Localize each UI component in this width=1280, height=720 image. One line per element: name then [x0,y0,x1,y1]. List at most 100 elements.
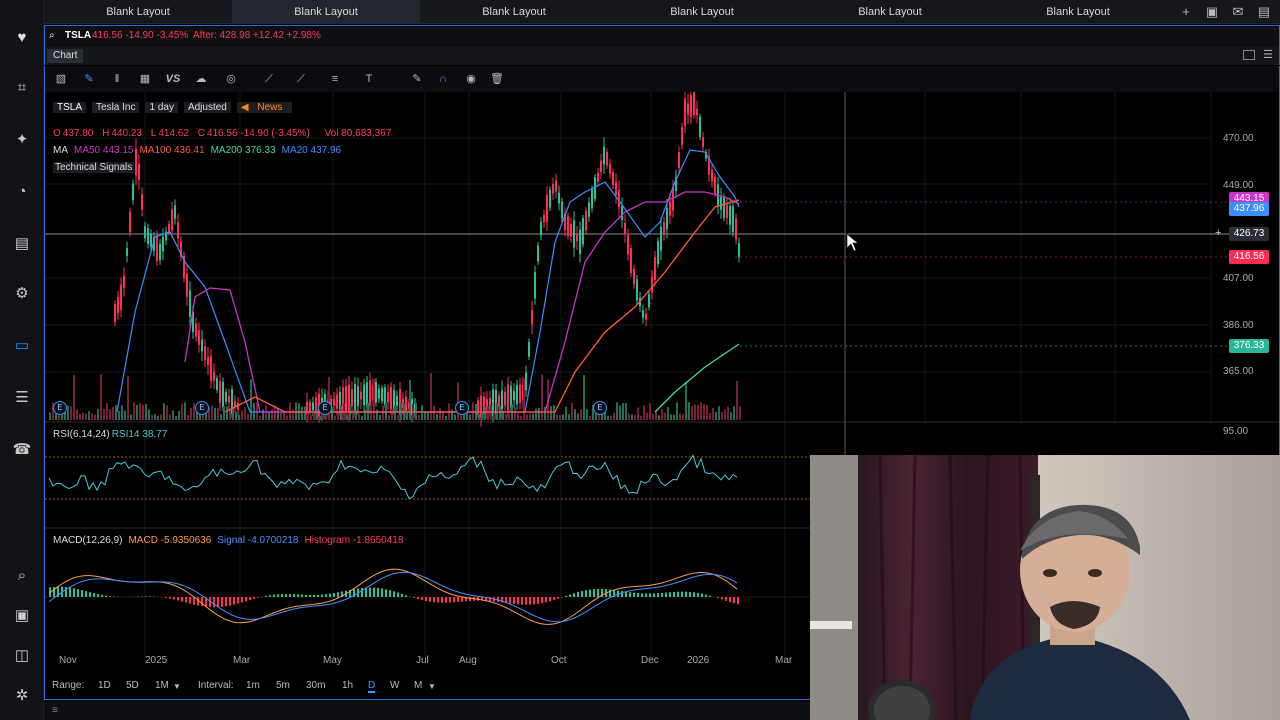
grid-icon[interactable] [1243,50,1255,60]
interval-5m[interactable]: 5m [276,680,290,691]
volume-bar [73,374,75,420]
macd-histogram-bar [429,597,431,602]
range-dropdown-icon[interactable]: ▼ [173,682,181,691]
macd-histogram-bar [437,597,439,603]
interval-dropdown-icon[interactable]: ▼ [428,682,436,691]
range-1m[interactable]: 1M [155,680,169,691]
telescope-icon[interactable]: ✦ [12,130,32,150]
macd-histogram-bar [529,597,531,605]
ohlc-low: 414.62 [158,128,189,139]
interval-1h[interactable]: 1h [342,680,353,691]
magnet-icon[interactable]: ∩ [435,71,451,87]
add-alert-icon[interactable]: + [1215,227,1221,239]
heart-icon[interactable]: ♥ [12,28,32,48]
earnings-event-marker[interactable]: E [195,401,209,415]
eye-icon[interactable]: ◉ [463,71,479,87]
candle-body [609,164,611,174]
candle-body [360,391,362,400]
volume-bar [679,413,681,420]
window-icon[interactable]: ▤ [1256,4,1272,20]
ma-label[interactable]: MA [53,145,68,156]
gear-icon[interactable]: ✲ [12,686,32,706]
mail-icon[interactable]: ✉ [1230,4,1246,20]
macd-histogram-bar [629,592,631,597]
trash-icon[interactable]: 🗑 [489,71,505,87]
interval-1m[interactable]: 1m [246,680,260,691]
tab-layout-1[interactable]: Blank Layout [44,0,232,24]
candle-body [702,136,704,148]
macd-histogram-bar [201,597,203,607]
volume-bar [112,407,114,420]
candle-body [600,160,602,173]
time-tick: Mar [233,655,251,666]
text-tool-icon[interactable]: T [361,71,377,87]
candle-body [726,204,728,218]
tab-layout-2[interactable]: Blank Layout [232,0,420,24]
header-adjusted[interactable]: Adjusted [183,102,231,113]
rsi-label[interactable]: RSI(6,14,24) [53,429,110,440]
candle-body [642,310,644,318]
compare-icon[interactable]: VS [165,71,181,87]
macd-label[interactable]: MACD(12,26,9) [53,535,122,546]
tab-layout-4[interactable]: Blank Layout [608,0,796,24]
candle-body [570,223,572,237]
interval-d[interactable]: D [368,680,376,693]
symbol-input[interactable]: TSLA [65,30,91,41]
chat-icon[interactable]: ◫ [12,646,32,666]
tab-layout-5[interactable]: Blank Layout [796,0,984,24]
candles-icon[interactable]: ‖ [109,71,125,87]
news-icon[interactable]: ▤ [12,234,32,254]
volume-bar [394,406,396,420]
volume-bar [337,412,339,420]
macd-histogram-bar [325,594,327,597]
lines-tool-icon[interactable]: ≡ [327,71,343,87]
candle-body [657,241,659,265]
macd-histogram-bar [109,596,111,597]
magnifier-icon[interactable]: ⌕ [12,566,32,586]
macd-histogram-bar [165,597,167,598]
tab-layout-6[interactable]: Blank Layout [984,0,1172,24]
header-symbol[interactable]: TSLA [53,102,87,113]
range-1d[interactable]: 1D [98,680,111,691]
book-icon[interactable]: ▣ [12,606,32,626]
range-5d[interactable]: 5D [126,680,139,691]
target-icon[interactable]: ◎ [223,71,239,87]
header-news[interactable]: ◀ News [236,102,293,113]
earnings-event-marker[interactable]: E [53,401,67,415]
symbol-search-icon[interactable]: ⌕ [49,30,55,41]
candle-body [681,127,683,145]
menu-icon[interactable]: ☰ [1263,48,1273,61]
cloud-icon[interactable]: ☁ [193,71,209,87]
list-icon[interactable]: ☰ [12,388,32,408]
interval-w[interactable]: W [390,680,399,691]
tab-layout-3[interactable]: Blank Layout [420,0,608,24]
brush-tool-icon[interactable]: ⟋ [293,71,309,87]
line-tool-icon[interactable]: ⟋ [261,71,277,87]
pencil-icon[interactable]: ✎ [81,71,97,87]
gauge-icon[interactable]: ◔ [12,182,32,202]
earnings-event-marker[interactable]: E [593,401,607,415]
header-period[interactable]: 1 day [145,102,178,113]
phone-icon[interactable]: ☎ [12,440,32,460]
settings-icon[interactable]: ⚙ [12,284,32,304]
interval-m[interactable]: M [414,680,422,691]
chart-style-icon[interactable]: ▧ [53,71,69,87]
earnings-event-marker[interactable]: E [455,401,469,415]
earnings-event-marker[interactable]: E [318,401,332,415]
technical-signals[interactable]: Technical Signals [53,162,135,173]
interval-30m[interactable]: 30m [306,680,325,691]
monitor-icon[interactable]: ▭ [12,336,32,356]
candle-body [138,164,140,180]
volume-bar [568,414,570,420]
draw-tool-icon[interactable]: ✎ [409,71,425,87]
candle-body [378,388,380,399]
collapse-icon[interactable]: ≡ [52,705,58,716]
volume-bar [133,402,135,420]
candle-body [636,279,638,301]
layout-grid-icon[interactable]: ▦ [137,71,153,87]
macd-histogram-bar [569,594,571,597]
chart-icon[interactable]: ⌗ [12,78,32,98]
add-tab-icon[interactable]: + [1178,4,1194,20]
candle-body [591,189,593,209]
save-icon[interactable]: ▣ [1204,4,1220,20]
